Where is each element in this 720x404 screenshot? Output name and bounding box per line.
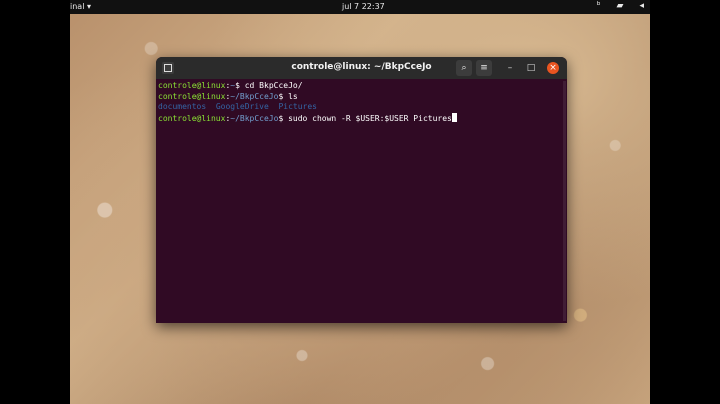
title-bar[interactable]: controle@linux: ~/BkpCceJo ⌕ ≡ – □ × <box>156 57 567 79</box>
scrollbar[interactable] <box>563 81 566 321</box>
system-tray: ᵇ ▰ ◂ <box>597 1 644 11</box>
search-icon: ⌕ <box>461 63 467 73</box>
maximize-button[interactable]: □ <box>525 62 537 74</box>
top-bar: inal ▾ jul 7 22:37 ᵇ ▰ ◂ <box>70 0 650 14</box>
volume-icon[interactable]: ◂ <box>639 1 644 11</box>
terminal-line: documentos GoogleDrive Pictures <box>158 102 567 113</box>
command-text: ls <box>288 91 298 101</box>
prompt-symbol: $ <box>278 91 289 101</box>
prompt-user: controle@linux <box>158 81 226 90</box>
prompt-symbol: $ <box>278 113 289 123</box>
terminal-line: controle@linux:~$ cd BkpCceJo/ <box>158 81 567 92</box>
app-menu[interactable]: inal ▾ <box>70 2 91 11</box>
hamburger-menu-icon: ≡ <box>480 63 488 73</box>
prompt-path: ~/BkpCceJo <box>230 113 279 123</box>
terminal-window: controle@linux: ~/BkpCceJo ⌕ ≡ – □ × con… <box>156 57 567 323</box>
command-text: sudo chown -R $USER:$USER Pictures <box>288 113 452 123</box>
bing-icon[interactable]: ᵇ <box>597 1 601 11</box>
minimize-button[interactable]: – <box>504 62 516 74</box>
prompt-user: controle@linux <box>158 113 226 123</box>
search-button[interactable]: ⌕ <box>456 60 472 76</box>
directory-entry: documentos <box>158 102 207 111</box>
directory-entry: Pictures <box>278 102 317 111</box>
desktop-background: inal ▾ jul 7 22:37 ᵇ ▰ ◂ controle@linux:… <box>70 0 650 404</box>
terminal-output[interactable]: controle@linux:~$ cd BkpCceJo/ controle@… <box>158 81 567 323</box>
directory-entry: GoogleDrive <box>215 102 269 111</box>
prompt-symbol: $ <box>235 81 245 90</box>
command-text: cd BkpCceJo/ <box>244 81 303 90</box>
menu-button[interactable]: ≡ <box>476 60 492 76</box>
terminal-line: controle@linux:~/BkpCceJo$ sudo chown -R… <box>158 112 567 125</box>
close-button[interactable]: × <box>547 62 559 74</box>
terminal-line: controle@linux:~/BkpCceJo$ ls <box>158 92 567 103</box>
network-icon[interactable]: ▰ <box>617 1 624 11</box>
clock[interactable]: jul 7 22:37 <box>342 2 385 11</box>
prompt-user: controle@linux <box>158 91 226 101</box>
text-cursor <box>451 112 457 122</box>
prompt-path: ~/BkpCceJo <box>230 91 279 101</box>
